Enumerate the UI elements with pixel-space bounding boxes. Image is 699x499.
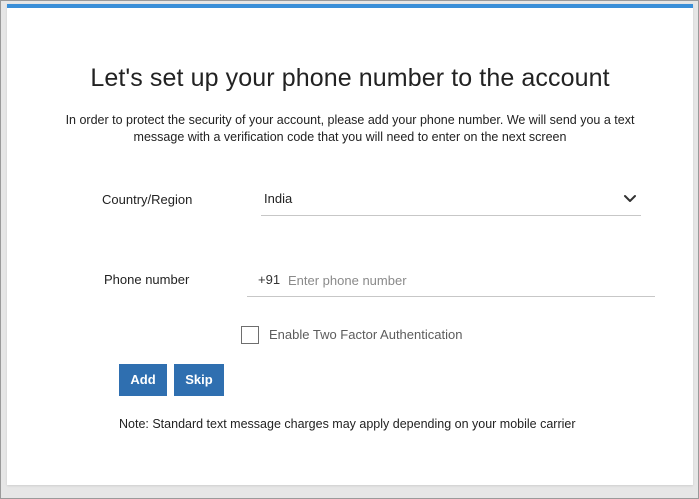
two-factor-label[interactable]: Enable Two Factor Authentication <box>269 327 462 342</box>
phone-number-field: +91 <box>247 267 655 297</box>
phone-setup-card: Let's set up your phone number to the ac… <box>7 4 693 485</box>
phone-number-input[interactable] <box>288 269 648 291</box>
chevron-down-icon <box>624 195 636 202</box>
country-region-select[interactable]: India <box>261 186 641 216</box>
window-frame: Let's set up your phone number to the ac… <box>0 0 699 499</box>
page-description: In order to protect the security of your… <box>65 113 635 144</box>
country-code-prefix: +91 <box>258 272 281 287</box>
phone-number-label: Phone number <box>104 272 190 287</box>
skip-button[interactable]: Skip <box>174 364 224 396</box>
country-region-selected-value: India <box>264 191 293 206</box>
two-factor-checkbox[interactable] <box>241 326 259 344</box>
add-button[interactable]: Add <box>119 364 167 396</box>
page-title: Let's set up your phone number to the ac… <box>90 64 610 92</box>
country-region-label: Country/Region <box>102 192 193 207</box>
sms-charges-note: Note: Standard text message charges may … <box>119 417 576 431</box>
